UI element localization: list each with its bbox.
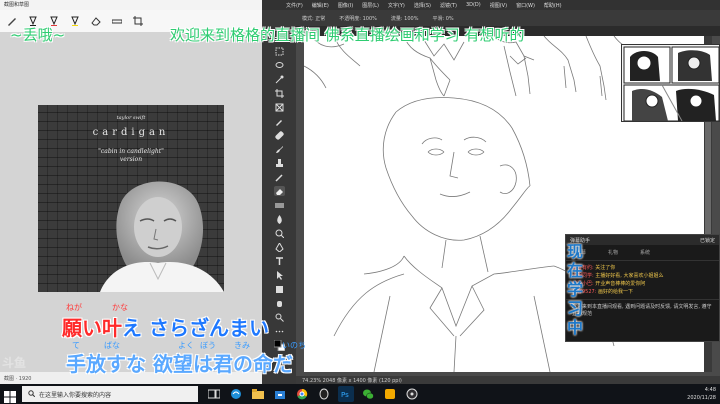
eraser-tool-icon[interactable] bbox=[273, 186, 285, 196]
menu-help[interactable]: 帮助(H) bbox=[544, 2, 562, 9]
album-subtitle-version: version bbox=[119, 156, 143, 163]
album-title: cardigan bbox=[92, 127, 170, 138]
mode-value: 正常 bbox=[315, 15, 326, 22]
live-status-text: 现在学习中 bbox=[567, 242, 584, 337]
obs-icon[interactable] bbox=[404, 386, 420, 402]
file-explorer-icon[interactable] bbox=[250, 386, 266, 402]
crop-icon[interactable] bbox=[132, 15, 144, 27]
highlighter-icon[interactable] bbox=[69, 15, 81, 27]
chat-tab-gifts[interactable]: 礼物 bbox=[608, 249, 618, 256]
task-view-icon[interactable] bbox=[206, 386, 222, 402]
gradient-tool-icon[interactable] bbox=[274, 200, 285, 210]
status-bar: 74.23% 2048 像素 x 1400 像素 (120 ppi) bbox=[296, 376, 720, 384]
menu-3d[interactable]: 3D(D) bbox=[466, 2, 481, 8]
opacity-label: 不透明度: bbox=[339, 15, 361, 22]
menu-view[interactable]: 视图(V) bbox=[490, 2, 507, 9]
dodge-tool-icon[interactable] bbox=[274, 228, 285, 238]
flow-option[interactable]: 流量: 100% bbox=[391, 15, 419, 22]
banner-marquee-text: 欢迎来到格格的直播间 佛系直播绘画和学习 有想听的 bbox=[170, 26, 525, 44]
menu-layer[interactable]: 图层(L) bbox=[362, 2, 379, 9]
album-subtitle: "cabin in candlelight" bbox=[98, 148, 164, 155]
clock-date: 2020/11/28 bbox=[687, 395, 716, 401]
mode-label: 模式: bbox=[302, 15, 314, 22]
healing-brush-tool-icon[interactable] bbox=[274, 130, 285, 140]
more-tools-icon[interactable] bbox=[274, 326, 285, 336]
opacity-value: 100% bbox=[362, 15, 377, 22]
path-selection-tool-icon[interactable] bbox=[274, 270, 285, 280]
chat-message: 小明同学: 主播好好看, 大家喜欢小姐姐么 bbox=[572, 272, 713, 280]
chat-text: 画好的给我一下 bbox=[598, 289, 634, 295]
taskbar: 在这里输入你要搜索的内容 Ps 4:48 2020/11/28 bbox=[0, 384, 720, 404]
flow-value: 100% bbox=[404, 15, 419, 22]
chat-message: 黄昏有约: 关注了你 bbox=[572, 264, 713, 272]
lasso-tool-icon[interactable] bbox=[274, 60, 285, 70]
frame-tool-icon[interactable] bbox=[274, 102, 285, 112]
menu-image[interactable]: 图像(I) bbox=[338, 2, 353, 9]
type-tool-icon[interactable] bbox=[274, 256, 285, 266]
window-title: 截图和草图 bbox=[0, 0, 262, 10]
pen-tool-icon[interactable] bbox=[274, 242, 285, 252]
eyedropper-tool-icon[interactable] bbox=[274, 116, 285, 126]
chat-text: 关注了你 bbox=[595, 265, 616, 271]
chat-tab-system[interactable]: 系统 bbox=[640, 249, 650, 256]
chat-text: 开业声音棒棒的爱你阿 bbox=[595, 281, 646, 287]
blur-tool-icon[interactable] bbox=[274, 214, 285, 224]
menu-bar: 文件(F) 编辑(E) 图像(I) 图层(L) 文字(Y) 选择(S) 滤镜(T… bbox=[262, 0, 720, 10]
menu-filter[interactable]: 滤镜(T) bbox=[440, 2, 457, 9]
chat-lock[interactable]: 已锁定 bbox=[700, 237, 715, 244]
album-cover-image: taylor swift cardigan "cabin in candleli… bbox=[38, 105, 224, 292]
watermark-logo: 斗鱼 bbox=[2, 356, 27, 370]
store-icon[interactable] bbox=[272, 386, 288, 402]
magic-wand-tool-icon[interactable] bbox=[274, 74, 285, 84]
opacity-option[interactable]: 不透明度: 100% bbox=[339, 15, 377, 22]
brush-tool-icon[interactable] bbox=[274, 144, 285, 154]
search-placeholder: 在这里输入你要搜索的内容 bbox=[39, 391, 112, 399]
stamp-tool-icon[interactable] bbox=[274, 158, 285, 168]
lyric-line-1: 願い叶え さらざんまい bbox=[62, 312, 269, 341]
lyric-line-2: 手放すな 欲望は君の命だ bbox=[66, 352, 293, 376]
ruler-icon[interactable] bbox=[111, 15, 123, 27]
menu-window[interactable]: 窗口(W) bbox=[516, 2, 535, 9]
chat-text: 主播好好看, 大家喜欢小姐姐么 bbox=[595, 273, 664, 279]
lyric-text: え bbox=[122, 316, 149, 340]
eraser-icon[interactable] bbox=[90, 15, 102, 27]
smoothing-label: 平滑: bbox=[432, 15, 445, 22]
smoothing-option[interactable]: 平滑: 0% bbox=[432, 15, 453, 22]
mode-option[interactable]: 模式: 正常 bbox=[302, 15, 325, 22]
chat-message: 游客9527: 画好的给我一下 bbox=[572, 288, 713, 296]
rectangle-tool-icon[interactable] bbox=[274, 284, 285, 294]
svg-text:Ps: Ps bbox=[341, 391, 349, 399]
album-artist: taylor swift bbox=[116, 115, 146, 121]
clock-time: 4:48 bbox=[704, 387, 716, 393]
zoom-tool-icon[interactable] bbox=[274, 312, 285, 322]
smoothing-value: 0% bbox=[445, 15, 454, 22]
marquee-tool-icon[interactable] bbox=[274, 46, 285, 56]
photoshop-icon[interactable]: Ps bbox=[338, 386, 354, 402]
history-brush-tool-icon[interactable] bbox=[274, 172, 285, 182]
lyric-text: さらざんまい bbox=[148, 316, 269, 340]
search-icon bbox=[28, 389, 36, 399]
flow-label: 流量: bbox=[390, 15, 403, 22]
portrait-photo bbox=[100, 181, 224, 292]
system-clock[interactable]: 4:48 2020/11/28 bbox=[687, 386, 716, 402]
taskbar-search-input[interactable]: 在这里输入你要搜索的内容 bbox=[22, 386, 198, 402]
qq-icon[interactable] bbox=[316, 386, 332, 402]
app-icon[interactable] bbox=[382, 386, 398, 402]
chrome-icon[interactable] bbox=[294, 386, 310, 402]
lyric-highlight: 願い叶 bbox=[62, 316, 122, 340]
menu-type[interactable]: 文字(Y) bbox=[388, 2, 405, 9]
edge-icon[interactable] bbox=[228, 386, 244, 402]
hand-tool-icon[interactable] bbox=[274, 298, 285, 308]
banner-left-text: ~丢哦~ bbox=[10, 26, 66, 44]
menu-edit[interactable]: 编辑(E) bbox=[312, 2, 329, 9]
reference-image bbox=[621, 44, 720, 122]
desktop: 截图和草图 taylor swift cardigan "cabin in ca… bbox=[0, 0, 720, 404]
menu-select[interactable]: 选择(S) bbox=[414, 2, 431, 9]
wechat-icon[interactable] bbox=[360, 386, 376, 402]
taskbar-apps: Ps bbox=[206, 386, 420, 402]
chat-message: 鸡汤小巴: 开业声音棒棒的爱你阿 bbox=[572, 280, 713, 288]
windows-start-icon[interactable] bbox=[4, 388, 16, 403]
crop-tool-icon[interactable] bbox=[274, 88, 285, 98]
menu-file[interactable]: 文件(F) bbox=[286, 2, 303, 9]
